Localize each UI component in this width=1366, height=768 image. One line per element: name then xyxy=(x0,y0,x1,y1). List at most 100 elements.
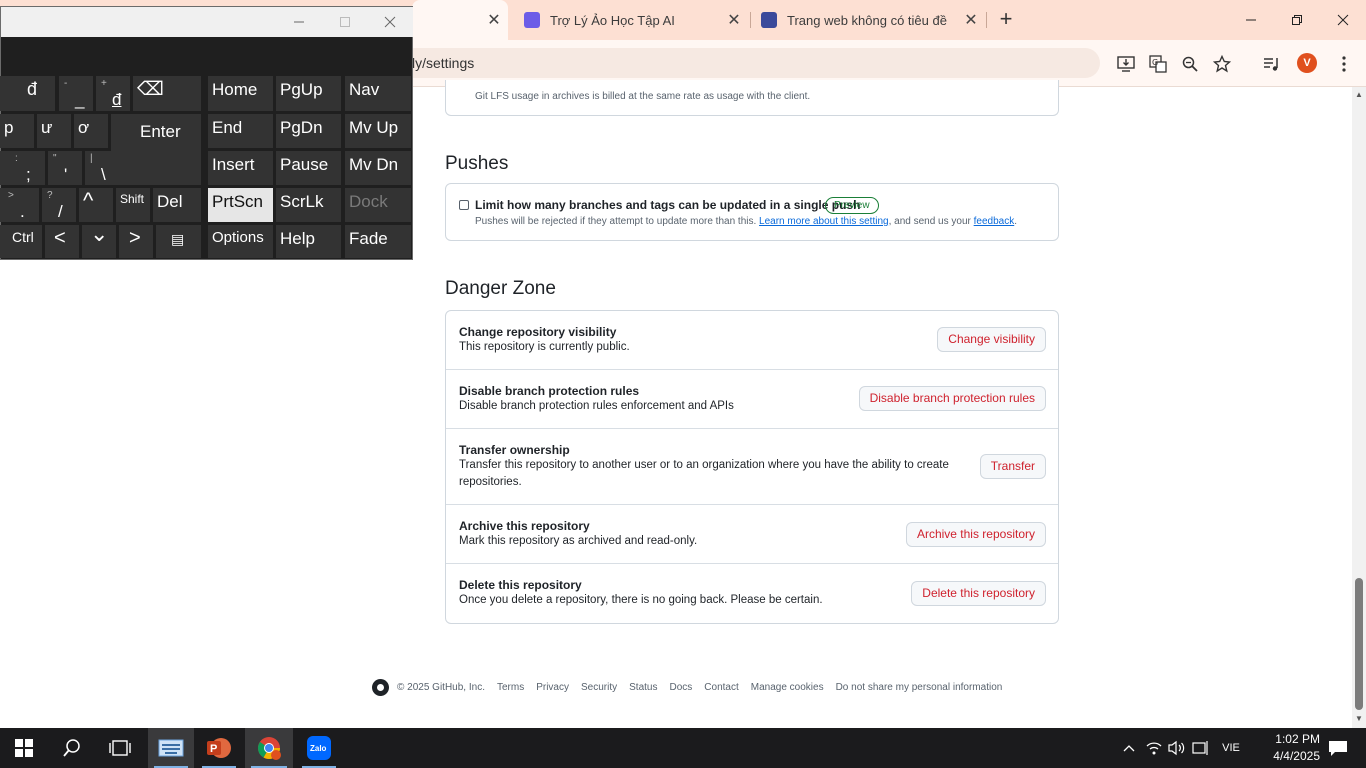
key-home[interactable]: Home xyxy=(208,76,273,111)
key-mv-dn[interactable]: Mv Dn xyxy=(345,151,411,185)
key-quote[interactable]: " ' xyxy=(48,151,82,185)
task-view-button[interactable] xyxy=(96,728,144,768)
footer-link-contact[interactable]: Contact xyxy=(704,682,738,693)
footer-link-privacy[interactable]: Privacy xyxy=(536,682,569,693)
key-pause[interactable]: Pause xyxy=(276,151,341,185)
key-pgup[interactable]: PgUp xyxy=(276,76,341,111)
key-insert[interactable]: Insert xyxy=(208,151,273,185)
taskbar-osk-app[interactable] xyxy=(148,728,194,768)
key-u-horn[interactable]: ư xyxy=(37,114,71,148)
zoom-icon[interactable] xyxy=(1178,52,1202,76)
key-up-arrow[interactable]: ^ xyxy=(79,188,113,222)
danger-row-archive: Archive this repository Mark this reposi… xyxy=(446,505,1058,564)
key-shift[interactable]: Shift xyxy=(116,188,150,222)
tab-active[interactable]: ✕ xyxy=(412,0,508,40)
scroll-down-icon[interactable]: ▼ xyxy=(1352,712,1366,726)
limit-push-label[interactable]: Limit how many branches and tags can be … xyxy=(475,198,860,212)
footer-link-terms[interactable]: Terms xyxy=(497,682,524,693)
key-menu[interactable]: ▤ xyxy=(156,225,201,258)
key-p[interactable]: p xyxy=(0,114,34,148)
close-icon[interactable] xyxy=(1320,0,1366,40)
key-fade[interactable]: Fade xyxy=(345,225,411,258)
key-down-arrow[interactable]: ⌄ xyxy=(82,221,116,258)
taskbar-chrome[interactable] xyxy=(245,728,293,768)
bookmark-star-icon[interactable] xyxy=(1210,52,1234,76)
github-logo-icon[interactable] xyxy=(372,678,389,696)
more-menu-icon[interactable] xyxy=(1332,52,1356,76)
show-hidden-icons-icon[interactable] xyxy=(1118,728,1140,768)
key-prtscn[interactable]: PrtScn xyxy=(208,188,273,222)
restore-icon[interactable] xyxy=(1274,0,1320,40)
profile-avatar[interactable]: V xyxy=(1297,53,1317,73)
key-end[interactable]: End xyxy=(208,114,273,148)
scrollbar-thumb[interactable] xyxy=(1355,578,1363,710)
pushes-heading: Pushes xyxy=(445,153,509,174)
minimize-icon[interactable] xyxy=(1228,0,1274,40)
footer-link-security[interactable]: Security xyxy=(581,682,617,693)
taskbar-zalo[interactable]: Zalo xyxy=(296,728,342,768)
search-button[interactable] xyxy=(48,728,96,768)
key-enter[interactable]: Enter xyxy=(111,114,201,185)
zalo-icon: Zalo xyxy=(307,736,331,760)
key-del[interactable]: Del xyxy=(153,188,201,222)
key-pgdn[interactable]: PgDn xyxy=(276,114,341,148)
limit-push-checkbox[interactable] xyxy=(459,200,469,210)
feedback-link[interactable]: feedback xyxy=(974,216,1015,227)
key-scrlk[interactable]: ScrLk xyxy=(276,188,341,222)
scroll-up-icon[interactable]: ▲ xyxy=(1352,88,1366,102)
address-bar[interactable] xyxy=(400,48,1100,78)
disable-branch-protection-button[interactable]: Disable branch protection rules xyxy=(858,386,1046,411)
key-mv-up[interactable]: Mv Up xyxy=(345,114,411,148)
osk-maximize-icon[interactable] xyxy=(322,7,368,37)
footer-link-docs[interactable]: Docs xyxy=(669,682,692,693)
language-indicator[interactable]: VIE xyxy=(1216,728,1246,768)
key-help[interactable]: Help xyxy=(276,225,341,258)
key-backslash[interactable]: | \ xyxy=(85,151,119,185)
key-ctrl[interactable]: Ctrl xyxy=(0,225,42,258)
start-button[interactable] xyxy=(0,728,48,768)
archive-repository-button[interactable]: Archive this repository xyxy=(905,522,1046,547)
menu-key-icon: ▤ xyxy=(171,231,185,247)
tab-tro-ly-ao[interactable]: Trợ Lý Ảo Học Tập AI ✕ xyxy=(522,0,744,40)
network-icon[interactable] xyxy=(1142,728,1166,768)
clock[interactable]: 1:02 PM 4/4/2025 xyxy=(1250,731,1320,765)
key-nav[interactable]: Nav xyxy=(345,76,411,111)
change-visibility-button[interactable]: Change visibility xyxy=(937,327,1046,352)
input-method-icon[interactable] xyxy=(1189,728,1213,768)
action-center-button[interactable]: 1 xyxy=(1320,728,1356,768)
url-text[interactable]: ly/settings xyxy=(412,55,474,71)
key-d-stroke[interactable]: đ xyxy=(0,76,55,111)
tab-trang-web[interactable]: Trang web không có tiêu đề ✕ xyxy=(761,0,981,40)
osk-minimize-icon[interactable] xyxy=(276,7,322,37)
key-minus[interactable]: - _ xyxy=(59,76,93,111)
osk-close-icon[interactable] xyxy=(367,7,413,37)
key-period[interactable]: >. xyxy=(0,188,39,222)
volume-icon[interactable] xyxy=(1165,728,1187,768)
translate-icon[interactable]: G xyxy=(1146,52,1170,76)
key-backspace[interactable]: ⌫ xyxy=(133,76,201,111)
key-dock[interactable]: Dock xyxy=(345,188,411,222)
transfer-button[interactable]: Transfer xyxy=(979,454,1046,479)
key-options[interactable]: Options xyxy=(208,225,273,258)
tab-close-icon[interactable]: ✕ xyxy=(724,10,744,30)
media-control-icon[interactable] xyxy=(1260,52,1284,76)
key-o-horn[interactable]: ơ xyxy=(74,114,108,148)
key-plus[interactable]: + đ xyxy=(96,76,130,111)
tab-close-icon[interactable]: ✕ xyxy=(961,10,981,30)
tab-close-icon[interactable]: ✕ xyxy=(484,10,504,30)
key-right-arrow[interactable]: > xyxy=(119,225,153,258)
key-semicolon[interactable]: :; xyxy=(0,151,45,185)
danger-row-desc: This repository is currently public. xyxy=(459,341,630,353)
learn-more-link[interactable]: Learn more about this setting xyxy=(759,216,889,227)
footer-link-do-not-share[interactable]: Do not share my personal information xyxy=(836,682,1003,693)
taskbar-powerpoint[interactable]: P xyxy=(196,728,242,768)
footer-link-manage-cookies[interactable]: Manage cookies xyxy=(751,682,824,693)
key-slash[interactable]: ? / xyxy=(42,188,76,222)
footer-link-status[interactable]: Status xyxy=(629,682,657,693)
install-app-icon[interactable] xyxy=(1114,52,1138,76)
delete-repository-button[interactable]: Delete this repository xyxy=(911,581,1046,606)
new-tab-button[interactable]: + xyxy=(994,8,1018,32)
danger-row-title: Change repository visibility xyxy=(459,325,617,339)
danger-row-transfer: Transfer ownership Transfer this reposit… xyxy=(446,429,1058,505)
key-left-arrow[interactable]: < xyxy=(45,225,79,258)
